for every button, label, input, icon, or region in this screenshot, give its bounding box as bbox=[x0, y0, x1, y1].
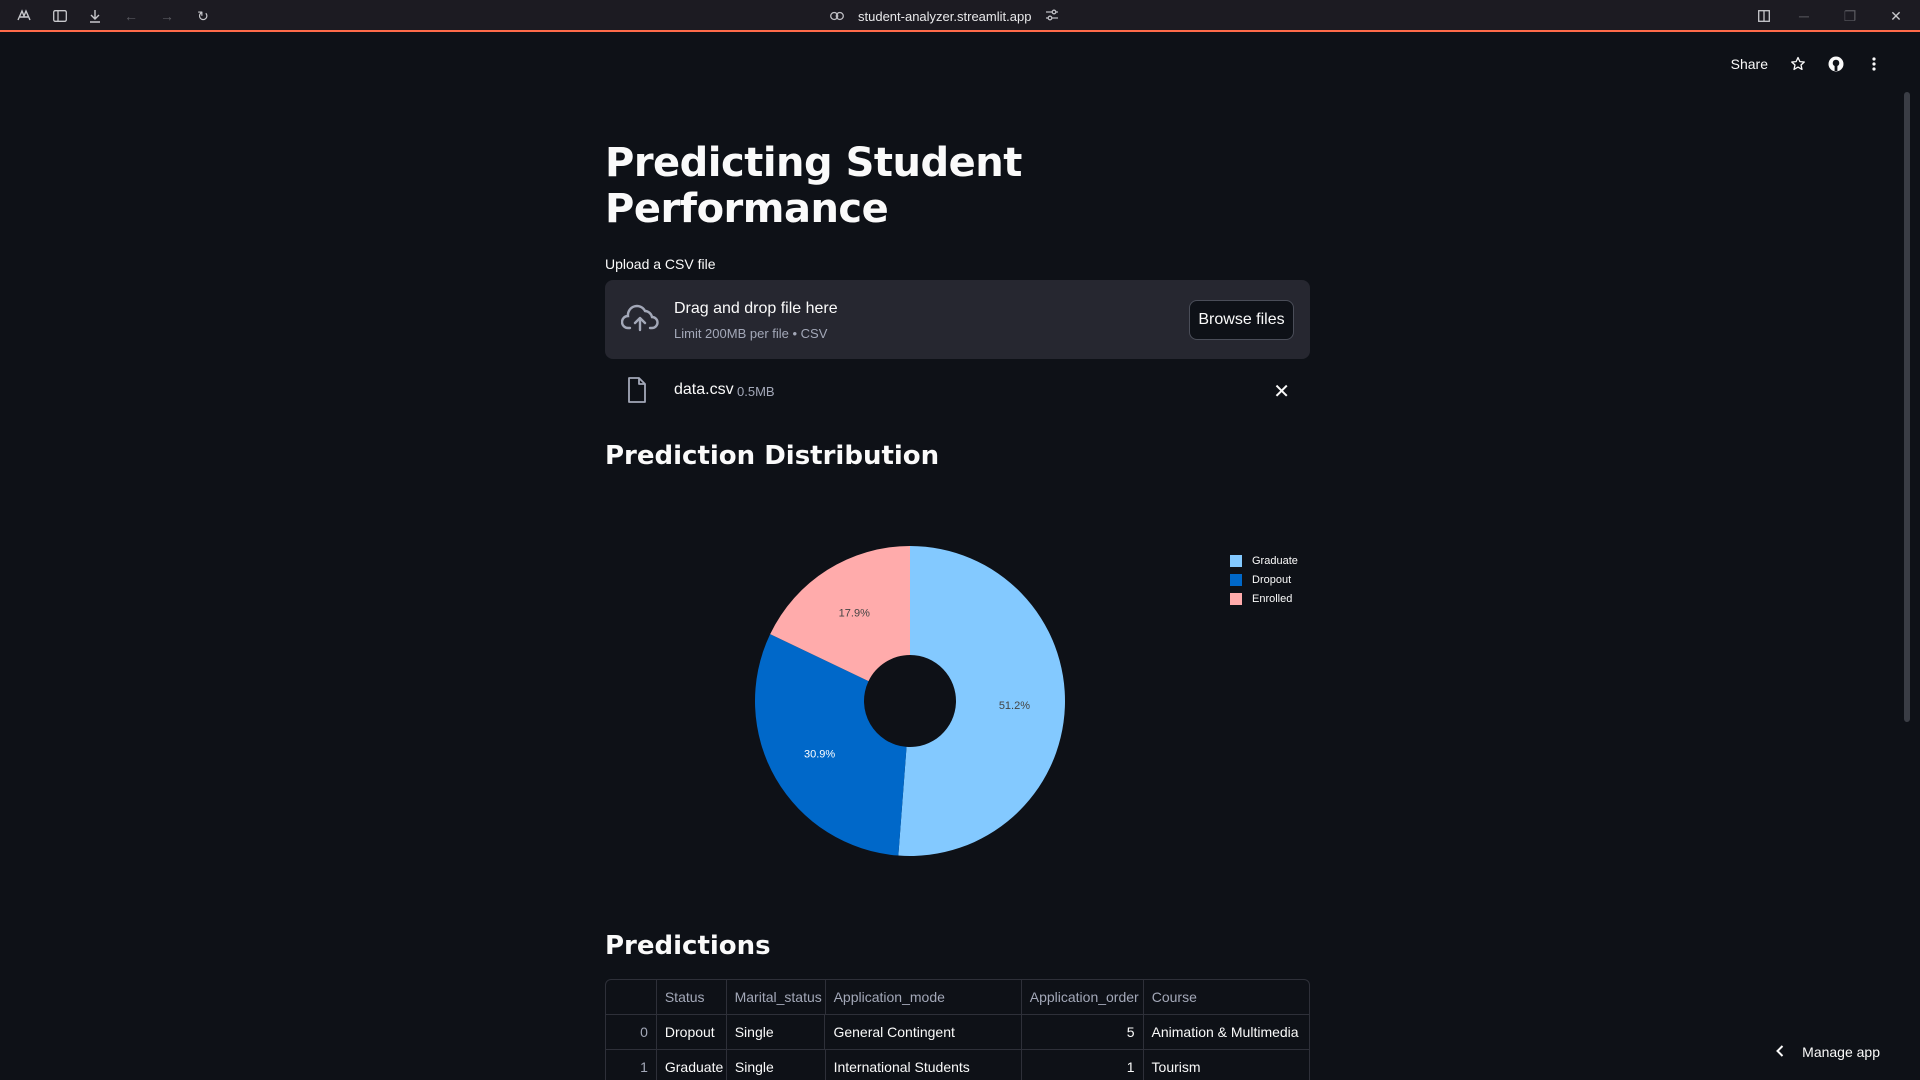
address-bar[interactable]: student-analyzer.streamlit.app bbox=[830, 0, 1059, 32]
more-menu-icon[interactable] bbox=[1866, 56, 1882, 72]
legend-item-enrolled[interactable]: Enrolled bbox=[1230, 589, 1298, 608]
legend-swatch bbox=[1230, 573, 1242, 586]
table-cell[interactable]: Single bbox=[727, 1050, 826, 1080]
chart-legend: Graduate Dropout Enrolled bbox=[1230, 551, 1298, 608]
split-view-icon[interactable] bbox=[1754, 6, 1774, 26]
app-header-actions: Share bbox=[1731, 56, 1882, 72]
manage-app-label: Manage app bbox=[1802, 1044, 1880, 1060]
table-cell[interactable]: International Students bbox=[826, 1050, 1022, 1080]
page-scrollbar[interactable] bbox=[1904, 92, 1910, 722]
column-header[interactable]: Application_order bbox=[1022, 980, 1144, 1014]
table-cell[interactable]: 5 bbox=[1022, 1015, 1144, 1049]
sidebar-toggle-icon[interactable] bbox=[50, 6, 70, 26]
browse-files-button[interactable]: Browse files bbox=[1189, 300, 1294, 340]
legend-swatch bbox=[1230, 554, 1242, 567]
legend-swatch bbox=[1230, 592, 1242, 605]
table-cell[interactable]: Graduate bbox=[657, 1050, 727, 1080]
github-icon[interactable] bbox=[1828, 56, 1844, 72]
main-content: Predicting Student Performance Upload a … bbox=[605, 140, 1310, 1080]
link-icon bbox=[830, 8, 844, 24]
minimize-icon[interactable]: ─ bbox=[1794, 6, 1814, 26]
legend-label: Dropout bbox=[1252, 573, 1292, 586]
legend-item-dropout[interactable]: Dropout bbox=[1230, 570, 1298, 589]
legend-item-graduate[interactable]: Graduate bbox=[1230, 551, 1298, 570]
dropzone-limits: Limit 200MB per file • CSV bbox=[674, 326, 828, 341]
browser-toolbar: ← → ↻ student-analyzer.streamlit.app ─ ❐… bbox=[0, 0, 1920, 32]
forward-arrow-icon[interactable]: → bbox=[157, 6, 177, 26]
pie-chart-svg: 51.2% 30.9% 17.9% bbox=[755, 546, 1066, 856]
table-cell[interactable]: General Contingent bbox=[825, 1015, 1022, 1049]
column-header[interactable]: Marital_status bbox=[727, 980, 826, 1014]
predictions-heading: Predictions bbox=[605, 931, 771, 961]
column-header[interactable] bbox=[606, 980, 657, 1014]
cloud-upload-icon bbox=[620, 302, 659, 336]
row-index[interactable]: 1 bbox=[606, 1050, 657, 1080]
share-button[interactable]: Share bbox=[1731, 56, 1768, 72]
file-size: 0.5MB bbox=[737, 384, 775, 399]
browser-logo-icon[interactable] bbox=[14, 6, 34, 26]
remove-file-icon[interactable]: ✕ bbox=[1273, 379, 1290, 404]
column-header[interactable]: Status bbox=[657, 980, 727, 1014]
row-index[interactable]: 0 bbox=[606, 1015, 657, 1049]
pie-slice-dropout[interactable] bbox=[755, 634, 907, 856]
table-row[interactable]: 0 Dropout Single General Contingent 5 Animati… bbox=[606, 1015, 1309, 1050]
download-icon[interactable] bbox=[85, 6, 105, 26]
maximize-icon[interactable]: ❐ bbox=[1840, 6, 1860, 26]
file-name: data.csv bbox=[674, 381, 734, 398]
column-header[interactable]: Application_mode bbox=[826, 980, 1022, 1014]
pie-label-graduate: 51.2% bbox=[999, 700, 1030, 712]
url-text: student-analyzer.streamlit.app bbox=[858, 8, 1032, 24]
dropzone-title: Drag and drop file here bbox=[674, 300, 838, 317]
table-row[interactable]: 1 Graduate Single International Students 1 To… bbox=[606, 1050, 1309, 1080]
column-header[interactable]: Course bbox=[1144, 980, 1309, 1014]
table-header-row: Status Marital_status Application_mode Appl… bbox=[606, 980, 1309, 1015]
pie-label-enrolled: 17.9% bbox=[839, 608, 870, 620]
file-icon bbox=[627, 377, 647, 403]
upload-label: Upload a CSV file bbox=[605, 256, 716, 272]
uploaded-file: data.csv 0.5MB ✕ bbox=[605, 359, 1310, 423]
table-cell[interactable]: Dropout bbox=[657, 1015, 727, 1049]
legend-label: Enrolled bbox=[1252, 592, 1293, 605]
reload-icon[interactable]: ↻ bbox=[193, 6, 213, 26]
predictions-table[interactable]: Status Marital_status Application_mode Appl… bbox=[605, 979, 1310, 1080]
legend-label: Graduate bbox=[1252, 554, 1298, 567]
page-title: Predicting Student Performance bbox=[605, 140, 1022, 232]
prediction-pie-chart: 51.2% 30.9% 17.9% Graduate Dropout Enrolled bbox=[605, 471, 1310, 931]
pie-label-dropout: 30.9% bbox=[804, 748, 835, 760]
chevron-left-icon bbox=[1776, 1044, 1784, 1060]
pie-slice-graduate[interactable] bbox=[898, 546, 1066, 856]
distribution-heading: Prediction Distribution bbox=[605, 441, 940, 471]
manage-app-button[interactable]: Manage app bbox=[1776, 1044, 1880, 1060]
site-settings-icon[interactable] bbox=[1045, 8, 1059, 24]
file-dropzone[interactable]: Drag and drop file here Limit 200MB per … bbox=[605, 280, 1310, 359]
table-cell[interactable]: Single bbox=[727, 1015, 826, 1049]
star-icon[interactable] bbox=[1790, 56, 1806, 72]
close-window-icon[interactable]: ✕ bbox=[1886, 6, 1906, 26]
table-cell[interactable]: Animation & Multimedia bbox=[1144, 1015, 1309, 1049]
table-cell[interactable]: 1 bbox=[1022, 1050, 1144, 1080]
back-arrow-icon[interactable]: ← bbox=[121, 6, 141, 26]
table-cell[interactable]: Tourism bbox=[1144, 1050, 1309, 1080]
